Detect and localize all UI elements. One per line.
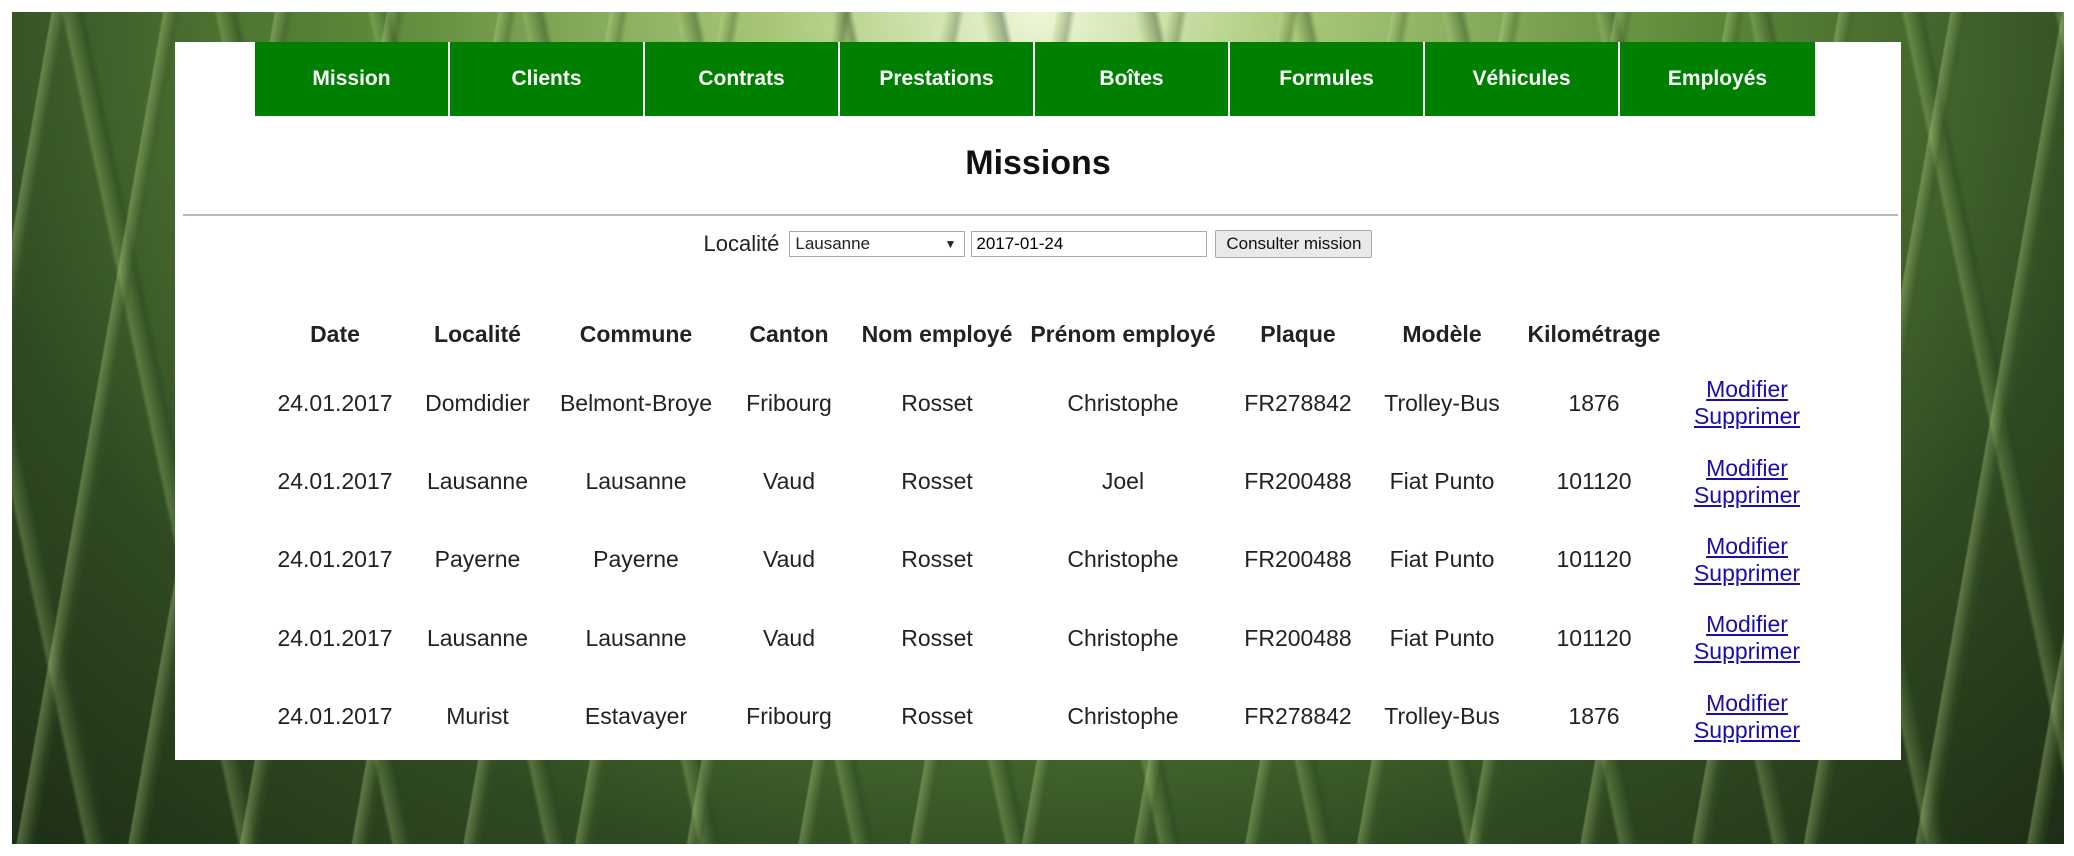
cell-modele: Trolley-Bus bbox=[1384, 389, 1500, 416]
header-prenom: Prénom employé bbox=[1030, 320, 1216, 347]
consult-mission-button[interactable]: Consulter mission bbox=[1215, 230, 1373, 258]
cell-date: 24.01.2017 bbox=[277, 624, 393, 651]
cell-modele: Fiat Punto bbox=[1389, 468, 1495, 495]
cell-nom: Rosset bbox=[901, 703, 973, 730]
cell-localite: Murist bbox=[446, 703, 509, 730]
cell-localite: Payerne bbox=[434, 546, 521, 573]
nav-item-boites[interactable]: Boîtes bbox=[1035, 42, 1230, 116]
locality-select[interactable]: Lausanne ▼ bbox=[789, 231, 966, 257]
cell-commune: Estavayer bbox=[584, 703, 688, 730]
header-kilometrage: Kilométrage bbox=[1527, 320, 1661, 347]
table-row: 24.01.2017 Payerne Payerne Vaud Rosset C… bbox=[265, 521, 1822, 599]
cell-date: 24.01.2017 bbox=[277, 703, 393, 730]
cell-plaque: FR200488 bbox=[1244, 468, 1352, 495]
nav-item-formules[interactable]: Formules bbox=[1230, 42, 1425, 116]
header-date: Date bbox=[310, 320, 360, 347]
cell-date: 24.01.2017 bbox=[277, 389, 393, 416]
cell-canton: Fribourg bbox=[746, 389, 832, 416]
cell-prenom: Christophe bbox=[1067, 624, 1179, 651]
cell-prenom: Christophe bbox=[1067, 389, 1179, 416]
header-commune: Commune bbox=[579, 320, 693, 347]
cell-kilometrage: 101120 bbox=[1556, 624, 1632, 651]
cell-kilometrage: 1876 bbox=[1568, 703, 1620, 730]
header-localite: Localité bbox=[434, 320, 521, 347]
nav-item-mission[interactable]: Mission bbox=[255, 42, 450, 116]
cell-kilometrage: 101120 bbox=[1556, 546, 1632, 573]
table-row: 24.01.2017 Murist Estavayer Fribourg Ros… bbox=[265, 678, 1822, 756]
nav-item-prestations[interactable]: Prestations bbox=[840, 42, 1035, 116]
cell-modele: Trolley-Bus bbox=[1384, 703, 1500, 730]
cell-commune: Belmont-Broye bbox=[559, 389, 713, 416]
delete-link[interactable]: Supprimer bbox=[1672, 560, 1822, 587]
modify-link[interactable]: Modifier bbox=[1672, 690, 1822, 717]
modify-link[interactable]: Modifier bbox=[1672, 455, 1822, 482]
nav-item-clients[interactable]: Clients bbox=[450, 42, 645, 116]
cell-canton: Fribourg bbox=[746, 703, 832, 730]
delete-link[interactable]: Supprimer bbox=[1672, 638, 1822, 665]
cell-commune: Lausanne bbox=[585, 468, 687, 495]
cell-nom: Rosset bbox=[901, 624, 973, 651]
nav-item-contrats[interactable]: Contrats bbox=[645, 42, 840, 116]
cell-kilometrage: 1876 bbox=[1568, 389, 1620, 416]
header-nom: Nom employé bbox=[861, 320, 1013, 347]
cell-prenom: Christophe bbox=[1067, 546, 1179, 573]
cell-localite: Domdidier bbox=[425, 389, 530, 416]
delete-link[interactable]: Supprimer bbox=[1672, 403, 1822, 430]
date-input[interactable] bbox=[971, 231, 1208, 257]
missions-table: Date Localité Commune Canton Nom employé… bbox=[265, 304, 1822, 756]
cell-actions: Modifier Supprimer bbox=[1672, 678, 1822, 756]
cell-nom: Rosset bbox=[901, 546, 973, 573]
delete-link[interactable]: Supprimer bbox=[1672, 482, 1822, 509]
cell-plaque: FR200488 bbox=[1244, 546, 1352, 573]
locality-label: Localité bbox=[703, 231, 780, 256]
table-row: 24.01.2017 Lausanne Lausanne Vaud Rosset… bbox=[265, 442, 1822, 520]
cell-date: 24.01.2017 bbox=[277, 468, 393, 495]
cell-actions: Modifier Supprimer bbox=[1672, 364, 1822, 442]
content-panel: Mission Clients Contrats Prestations Boî… bbox=[175, 42, 1901, 760]
cell-prenom: Christophe bbox=[1067, 703, 1179, 730]
cell-nom: Rosset bbox=[901, 389, 973, 416]
dropdown-arrow-icon: ▼ bbox=[944, 237, 957, 251]
cell-canton: Vaud bbox=[762, 624, 815, 651]
main-nav: Mission Clients Contrats Prestations Boî… bbox=[255, 42, 1815, 116]
table-row: 24.01.2017 Domdidier Belmont-Broye Fribo… bbox=[265, 364, 1822, 442]
cell-canton: Vaud bbox=[762, 468, 815, 495]
cell-commune: Lausanne bbox=[585, 624, 687, 651]
cell-localite: Lausanne bbox=[426, 468, 529, 495]
modify-link[interactable]: Modifier bbox=[1672, 533, 1822, 560]
header-actions bbox=[1672, 304, 1822, 364]
table-header-row: Date Localité Commune Canton Nom employé… bbox=[265, 304, 1822, 364]
header-plaque: Plaque bbox=[1260, 320, 1336, 347]
cell-actions: Modifier Supprimer bbox=[1672, 599, 1822, 677]
divider bbox=[183, 214, 1898, 216]
header-modele: Modèle bbox=[1402, 320, 1482, 347]
locality-select-value: Lausanne bbox=[795, 234, 871, 253]
modify-link[interactable]: Modifier bbox=[1672, 611, 1822, 638]
cell-date: 24.01.2017 bbox=[277, 546, 393, 573]
cell-modele: Fiat Punto bbox=[1389, 546, 1495, 573]
cell-commune: Payerne bbox=[593, 546, 679, 573]
page-title: Missions bbox=[965, 144, 1111, 182]
cell-prenom: Joel bbox=[1101, 468, 1145, 495]
mission-filter-form: Localité Lausanne ▼ Consulter mission bbox=[175, 230, 1901, 258]
cell-plaque: FR278842 bbox=[1244, 389, 1352, 416]
table-row: 24.01.2017 Lausanne Lausanne Vaud Rosset… bbox=[265, 599, 1822, 677]
modify-link[interactable]: Modifier bbox=[1672, 376, 1822, 403]
cell-localite: Lausanne bbox=[426, 624, 529, 651]
nav-item-vehicules[interactable]: Véhicules bbox=[1425, 42, 1620, 116]
cell-nom: Rosset bbox=[901, 468, 973, 495]
cell-actions: Modifier Supprimer bbox=[1672, 521, 1822, 599]
cell-canton: Vaud bbox=[762, 546, 815, 573]
nav-item-employes[interactable]: Employés bbox=[1620, 42, 1815, 116]
cell-modele: Fiat Punto bbox=[1389, 624, 1495, 651]
delete-link[interactable]: Supprimer bbox=[1672, 717, 1822, 744]
cell-plaque: FR278842 bbox=[1244, 703, 1352, 730]
cell-actions: Modifier Supprimer bbox=[1672, 442, 1822, 520]
header-canton: Canton bbox=[749, 320, 829, 347]
cell-kilometrage: 101120 bbox=[1556, 468, 1632, 495]
cell-plaque: FR200488 bbox=[1244, 624, 1352, 651]
